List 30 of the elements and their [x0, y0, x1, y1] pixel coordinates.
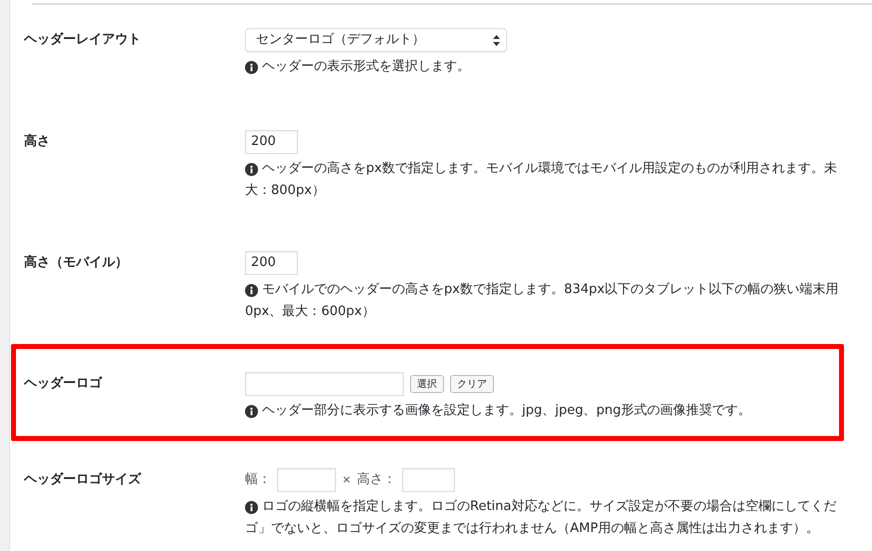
help-text: ヘッダーの高さをpx数で指定します。モバイル環境ではモバイル用設定のものが利用されます。未	[262, 160, 837, 178]
info-icon	[245, 404, 258, 418]
width-label: 幅：	[245, 471, 271, 489]
input-field[interactable]	[277, 468, 336, 492]
field-label: 高さ（モバイル）	[24, 254, 129, 272]
height-label: 高さ：	[357, 471, 396, 489]
help-text: 大：800px）	[245, 182, 326, 200]
help-text: ヘッダーの表示形式を選択します。	[262, 58, 470, 76]
help-text: 0px、最大：600px）	[245, 303, 376, 321]
help-text: モバイルでのヘッダーの高さをpx数で指定します。834px以下のタブレット以下の幅の狭い端末用	[262, 281, 839, 299]
layout-select[interactable]: センターロゴ（デフォルト）	[245, 28, 507, 52]
field-label: 高さ	[24, 132, 51, 151]
field-label: ヘッダーレイアウト	[24, 31, 142, 49]
field-label: ヘッダーロゴサイズ	[24, 471, 142, 489]
info-icon	[245, 500, 258, 514]
file-button[interactable]: 選択	[410, 375, 444, 393]
info-icon	[245, 284, 258, 296]
input-field[interactable]: 200	[245, 130, 298, 154]
help-text: ヘッダー部分に表示する画像を設定します。jpg、jpeg、png形式の画像推奨です。	[262, 402, 751, 420]
select-caret-icon	[493, 34, 500, 46]
input-field[interactable]: 200	[245, 251, 298, 275]
input-field[interactable]	[402, 468, 456, 492]
file-button[interactable]: クリア	[450, 375, 494, 393]
help-text: ゴ」でないと、ロゴサイズの変更までは行われません（AMP用の幅と高さ属性は出力されます）。	[245, 520, 820, 538]
info-icon	[245, 60, 258, 74]
times-sign: ×	[342, 472, 352, 488]
info-icon	[245, 162, 258, 176]
help-text: ロゴの縦横幅を指定します。ロゴのRetina対応などに。サイズ設定が不要の場合は空欄にしてくだ	[262, 498, 836, 516]
field-label: ヘッダーロゴ	[24, 375, 104, 393]
input-field[interactable]	[245, 372, 404, 396]
